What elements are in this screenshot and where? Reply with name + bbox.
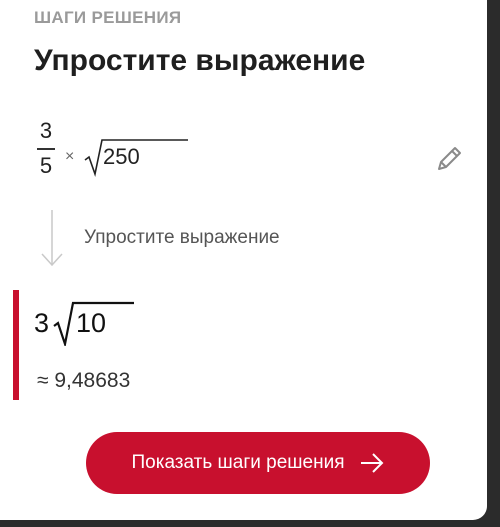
arrow-right-icon <box>360 453 383 473</box>
fraction-denominator: 5 <box>39 152 53 178</box>
pencil-icon[interactable] <box>432 142 466 176</box>
result-accent-bar <box>13 290 19 400</box>
fraction: 3 5 <box>34 118 58 179</box>
result-radicand: 10 <box>76 308 107 338</box>
step-description: Упростите выражение <box>84 227 280 248</box>
fraction-bar <box>37 148 55 150</box>
section-label: ШАГИ РЕШЕНИЯ <box>34 8 182 27</box>
result-square-root: 10 <box>52 300 152 346</box>
multiply-sign: × <box>65 148 75 165</box>
approximation-value: ≈ 9,48683 <box>37 369 131 392</box>
result-coefficient: 3 <box>34 308 50 338</box>
steps-card: ШАГИ РЕШЕНИЯ Упростите выражение 3 5 × 2… <box>0 0 487 520</box>
arrow-down-icon <box>38 208 66 272</box>
show-steps-button[interactable]: Показать шаги решения <box>86 432 430 494</box>
radicand: 250 <box>103 144 140 169</box>
fraction-numerator: 3 <box>39 118 53 143</box>
page-title: Упростите выражение <box>34 44 366 77</box>
show-steps-label: Показать шаги решения <box>131 452 345 473</box>
